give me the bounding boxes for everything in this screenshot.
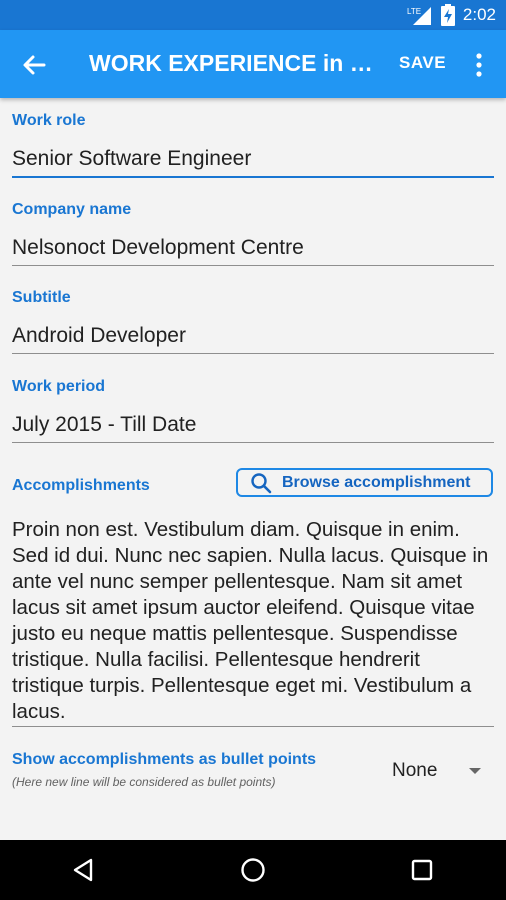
app-bar: WORK EXPERIENCE in d… SAVE [0, 30, 506, 98]
nav-home-icon [241, 858, 265, 882]
nav-back-icon [74, 858, 93, 882]
nav-recents-icon [411, 859, 432, 881]
status-time: 2:02 [462, 5, 496, 24]
nav-home-button[interactable] [233, 850, 273, 890]
page-title: WORK EXPERIENCE in d… [89, 50, 379, 76]
more-vert-icon [476, 53, 482, 77]
bullet-points-hint: (Here new line will be considered as bul… [12, 775, 276, 789]
work-role-label: Work role [12, 112, 86, 129]
search-icon [251, 472, 272, 493]
subtitle-input[interactable]: Android Developer [12, 324, 186, 348]
subtitle-label: Subtitle [12, 289, 71, 306]
arrow-left-icon [23, 55, 46, 75]
svg-text:LTE: LTE [407, 7, 421, 16]
company-name-input[interactable]: Nelsonoct Development Centre [12, 236, 304, 260]
work-role-underline [12, 176, 494, 178]
lte-signal-icon: LTE [407, 5, 433, 25]
system-nav-bar [0, 840, 506, 900]
bullet-points-dropdown[interactable]: None [392, 759, 482, 783]
bullet-points-selected: None [392, 760, 438, 781]
work-period-label: Work period [12, 378, 106, 395]
work-period-underline [12, 442, 494, 443]
bullet-points-label: Show accomplishments as bullet points [12, 751, 317, 768]
save-button[interactable]: SAVE [399, 53, 446, 73]
work-period-input[interactable]: July 2015 - Till Date [12, 413, 196, 437]
battery-charging-icon [440, 4, 455, 26]
back-button[interactable] [18, 50, 50, 80]
subtitle-underline [12, 353, 494, 354]
status-bar: LTE 2:02 [0, 0, 506, 30]
work-role-input[interactable]: Senior Software Engineer [12, 147, 251, 171]
company-name-label: Company name [12, 201, 132, 218]
more-options-button[interactable] [470, 50, 488, 80]
nav-recents-button[interactable] [402, 850, 442, 890]
accomplishments-input[interactable]: Proin non est. Vestibulum diam. Quisque … [12, 517, 496, 725]
nav-back-button[interactable] [64, 850, 104, 890]
browse-accomplishment-button[interactable]: Browse accomplishment [236, 468, 493, 497]
accomplishments-label: Accomplishments [12, 477, 150, 494]
company-name-underline [12, 265, 494, 266]
triangle-down-icon [469, 768, 481, 774]
browse-accomplishment-label: Browse accomplishment [282, 473, 471, 491]
accomplishments-underline [12, 726, 494, 727]
